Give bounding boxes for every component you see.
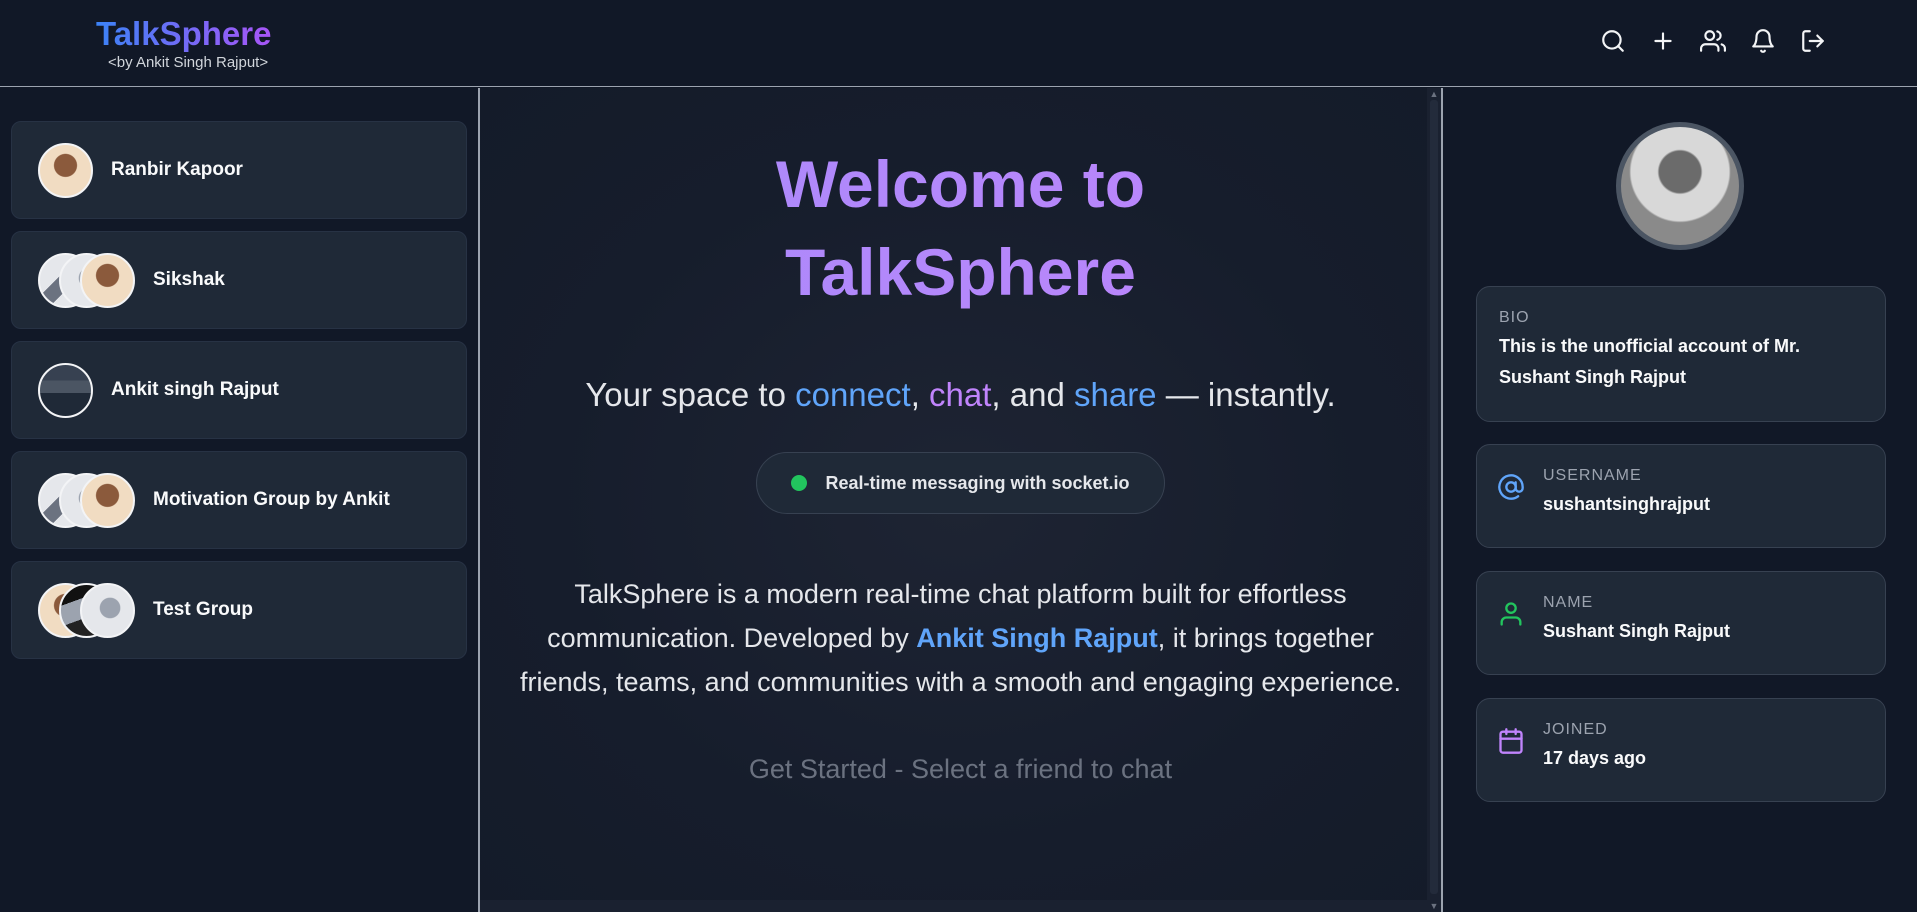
tagline-share: share: [1073, 376, 1157, 413]
welcome-line-1: Welcome to: [775, 147, 1146, 221]
name-value: Sushant Singh Rajput: [1543, 621, 1730, 641]
avatar: [38, 362, 93, 418]
bio-value: This is the unofficial account of Mr. Su…: [1499, 336, 1801, 387]
avatar-group: [38, 582, 135, 638]
author-name: Ankit Singh Rajput: [916, 623, 1158, 653]
username-value: sushantsinghrajput: [1543, 494, 1711, 514]
joined-content: JOINED 17 days ago: [1543, 721, 1863, 774]
feature-pill: Real-time messaging with socket.io: [756, 452, 1165, 514]
horizontal-scrollbar[interactable]: [480, 900, 1427, 912]
chat-name: Sikshak: [153, 269, 225, 290]
chat-item-ankit-singh-rajput[interactable]: Ankit singh Rajput: [11, 341, 467, 439]
name-label: NAME: [1543, 594, 1594, 611]
chat-name: Motivation Group by Ankit: [153, 489, 390, 510]
brand-subtitle: <by Ankit Singh Rajput>: [108, 54, 269, 71]
avatar: [80, 582, 135, 638]
bio-card: BIO This is the unofficial account of Mr…: [1476, 286, 1886, 422]
bell-icon[interactable]: [1748, 26, 1778, 56]
chat-item-motivation-group[interactable]: Motivation Group by Ankit: [11, 451, 467, 549]
chat-item-test-group[interactable]: Test Group: [11, 561, 467, 659]
search-icon[interactable]: [1598, 26, 1628, 56]
chat-name: Test Group: [153, 599, 253, 620]
bio-content: BIO This is the unofficial account of Mr…: [1499, 309, 1863, 393]
username-content: USERNAME sushantsinghrajput: [1543, 467, 1863, 520]
welcome-heading: Welcome to TalkSphere: [480, 140, 1441, 316]
bio-label: BIO: [1499, 309, 1530, 326]
welcome-panel: Welcome to TalkSphere Your space to conn…: [480, 88, 1441, 912]
get-started-hint: Get Started - Select a friend to chat: [748, 754, 1173, 784]
vertical-scrollbar[interactable]: ▲ ▼: [1427, 88, 1441, 912]
tagline: Your space to connect, chat, and share —…: [480, 376, 1441, 414]
joined-label: JOINED: [1543, 721, 1608, 738]
chat-name: Ranbir Kapoor: [111, 159, 243, 180]
top-header: TalkSphere <by Ankit Singh Rajput>: [0, 0, 1917, 87]
brand-title: TalkSphere: [96, 15, 272, 52]
profile-avatar[interactable]: [1616, 122, 1744, 250]
chat-item-ranbir-kapoor[interactable]: Ranbir Kapoor: [11, 121, 467, 219]
name-content: NAME Sushant Singh Rajput: [1543, 594, 1863, 647]
joined-value: 17 days ago: [1543, 748, 1647, 768]
avatar-group: [38, 472, 135, 528]
avatar-group: [38, 362, 93, 418]
tagline-sep: , and: [991, 376, 1074, 413]
tagline-connect: connect: [795, 376, 911, 413]
about-text: TalkSphere is a modern real-time chat pl…: [511, 572, 1411, 704]
chat-name: Ankit singh Rajput: [111, 379, 279, 400]
chat-item-sikshak[interactable]: Sikshak: [11, 231, 467, 329]
avatar-group: [38, 252, 135, 308]
username-card: USERNAME sushantsinghrajput: [1476, 444, 1886, 548]
scroll-up-icon[interactable]: ▲: [1427, 88, 1441, 100]
plus-icon[interactable]: [1648, 26, 1678, 56]
calendar-icon: [1497, 727, 1525, 755]
tagline-sep: ,: [910, 376, 930, 413]
username-label: USERNAME: [1543, 467, 1642, 484]
welcome-line-2: TalkSphere: [785, 235, 1136, 309]
scrollbar-thumb[interactable]: [1430, 100, 1438, 894]
header-actions: [1598, 26, 1828, 56]
avatar: [38, 142, 93, 198]
user-icon: [1497, 600, 1525, 628]
scroll-down-icon[interactable]: ▼: [1427, 900, 1441, 912]
avatar: [80, 252, 135, 308]
pill-text: Real-time messaging with socket.io: [825, 472, 1130, 493]
joined-card: JOINED 17 days ago: [1476, 698, 1886, 802]
tagline-chat: chat: [929, 376, 992, 413]
avatar-group: [38, 142, 93, 198]
name-card: NAME Sushant Singh Rajput: [1476, 571, 1886, 675]
tagline-suffix: — instantly.: [1156, 376, 1336, 413]
chat-list-sidebar: Ranbir Kapoor Sikshak Ankit singh Rajput…: [0, 88, 478, 912]
users-icon[interactable]: [1698, 26, 1728, 56]
brand[interactable]: TalkSphere <by Ankit Singh Rajput>: [96, 14, 271, 72]
logout-icon[interactable]: [1798, 26, 1828, 56]
online-dot-icon: [791, 475, 808, 491]
tagline-prefix: Your space to: [585, 376, 796, 413]
avatar: [80, 472, 135, 528]
at-sign-icon: [1497, 473, 1525, 501]
profile-panel: BIO This is the unofficial account of Mr…: [1443, 88, 1917, 912]
